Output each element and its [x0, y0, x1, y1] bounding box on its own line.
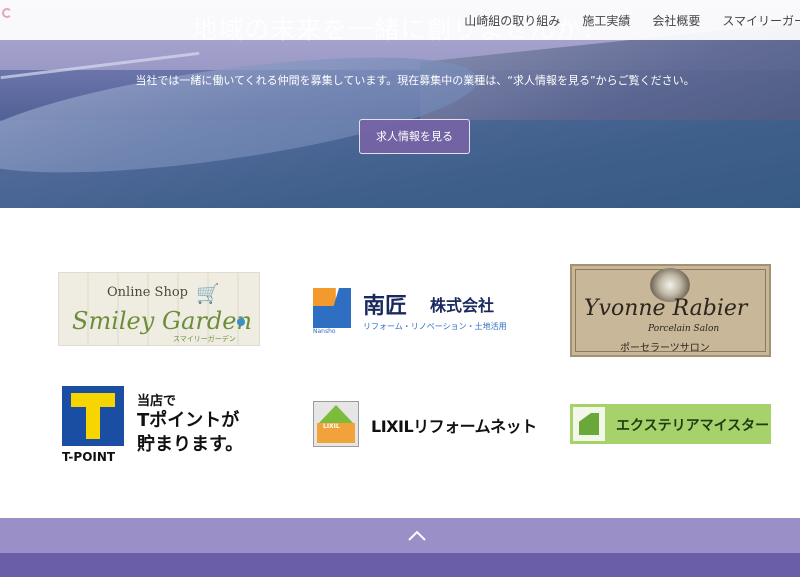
hero-description: 当社では一緒に働いてくれる仲間を募集しています。現在募集中の業種は、“求人情報を…	[135, 74, 695, 87]
nansho-name: 南匠	[363, 294, 408, 319]
nav-item-initiatives[interactable]: 山崎組の取り組み	[464, 12, 560, 29]
smiley-shop-label: Online Shop	[107, 285, 188, 300]
lixil-name: LIXILリフォームネット	[371, 417, 537, 436]
exterior-meister-banner[interactable]: エクステリアマイスター	[570, 404, 771, 444]
tpoint-label: T-POINT	[62, 450, 116, 464]
nav-item-company[interactable]: 会社概要	[652, 12, 700, 29]
footer-top-band	[0, 518, 800, 553]
tpoint-banner[interactable]: T-POINT 当店で Tポイントが 貯まります。	[60, 386, 270, 466]
yvonne-salon: Porcelain Salon	[648, 324, 720, 334]
nav-item-works[interactable]: 施工実績	[582, 12, 630, 29]
chevron-up-icon[interactable]	[407, 529, 427, 543]
exterior-name: エクステリアマイスター	[616, 418, 770, 434]
nansho-mark-label: Nansho	[313, 328, 336, 335]
top-nav: 山崎組の取り組み 施工実績 会社概要 スマイリーガー	[0, 0, 800, 40]
hero-banner: 地域の未来を一緒に創りませんか？ 当社では一緒に働いてくれる仲間を募集しています…	[0, 0, 800, 208]
logo-icon[interactable]	[2, 8, 12, 18]
yvonne-rabier-banner[interactable]: Yvonne Rabier Porcelain Salon ポーセラーツサロン	[570, 264, 771, 357]
nansho-corp: 株式会社	[430, 296, 495, 315]
nansho-banner[interactable]: Nansho 南匠 株式会社 リフォーム・リノベーション・土地活用	[313, 288, 518, 336]
tpoint-line3: 貯まります。	[137, 434, 244, 455]
tpoint-line2: Tポイントが	[137, 410, 240, 431]
shopping-cart-icon: 🛒	[196, 283, 220, 305]
smiley-garden-name: Smiley Garden	[72, 307, 252, 335]
nav-item-smiley-garden[interactable]: スマイリーガー	[722, 12, 800, 29]
yvonne-brand: Yvonne Rabier	[584, 296, 748, 321]
lixil-banner[interactable]: LIXIL LIXILリフォームネット	[313, 401, 537, 447]
nav-menu: 山崎組の取り組み 施工実績 会社概要 スマイリーガー	[464, 0, 800, 40]
yvonne-jp: ポーセラーツサロン	[620, 343, 710, 354]
flower-icon	[237, 318, 245, 326]
nansho-description: リフォーム・リノベーション・土地活用	[363, 322, 507, 331]
smiley-garden-banner[interactable]: Online Shop 🛒 Smiley Garden スマイリーガーデン	[58, 272, 260, 346]
tpoint-logo-stem	[86, 393, 100, 439]
footer-bottom-band	[0, 553, 800, 577]
smiley-garden-sub: スマイリーガーデン	[173, 335, 236, 343]
lixil-icon-text: LIXIL	[323, 423, 340, 430]
job-info-button[interactable]: 求人情報を見る	[359, 119, 470, 154]
